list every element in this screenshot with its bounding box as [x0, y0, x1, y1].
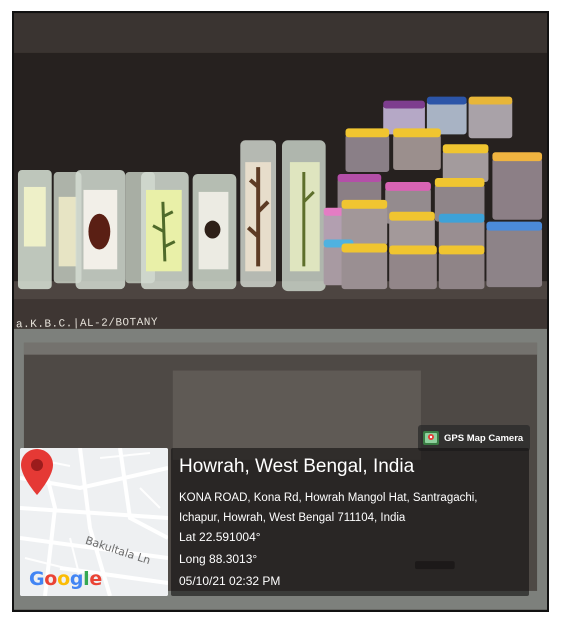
address-line-1: KONA ROAD, Kona Rd, Howrah Mangol Hat, S…	[179, 492, 478, 504]
address-line-2: Ichapur, Howrah, West Bengal 711104, Ind…	[179, 512, 406, 524]
specimen-jar	[192, 174, 237, 290]
badge-label: GPS Map Camera	[444, 432, 524, 444]
specimen-jar	[75, 170, 126, 290]
location-pin-icon	[21, 449, 53, 495]
specimen-jar	[281, 140, 326, 292]
location-info-panel: Howrah, West Bengal, India KONA ROAD, Ko…	[171, 448, 529, 596]
latitude: Lat 22.591004°	[179, 530, 261, 544]
location-title: Howrah, West Bengal, India	[179, 456, 415, 477]
map-thumbnail[interactable]: Bakultala Ln Google	[20, 448, 168, 596]
location-address: KONA ROAD, Kona Rd, Howrah Mangol Hat, S…	[179, 488, 524, 528]
shelf-label: a.K.B.C.|AL-2/BOTANY	[15, 316, 159, 332]
timestamp: 05/10/21 02:32 PM	[179, 574, 281, 588]
specimen-jar	[240, 140, 277, 288]
specimen-jar	[17, 170, 52, 290]
google-logo: Google	[29, 568, 102, 590]
gps-map-camera-icon	[423, 431, 439, 445]
specimen-jar	[141, 172, 189, 290]
longitude: Long 88.3013°	[179, 552, 258, 566]
